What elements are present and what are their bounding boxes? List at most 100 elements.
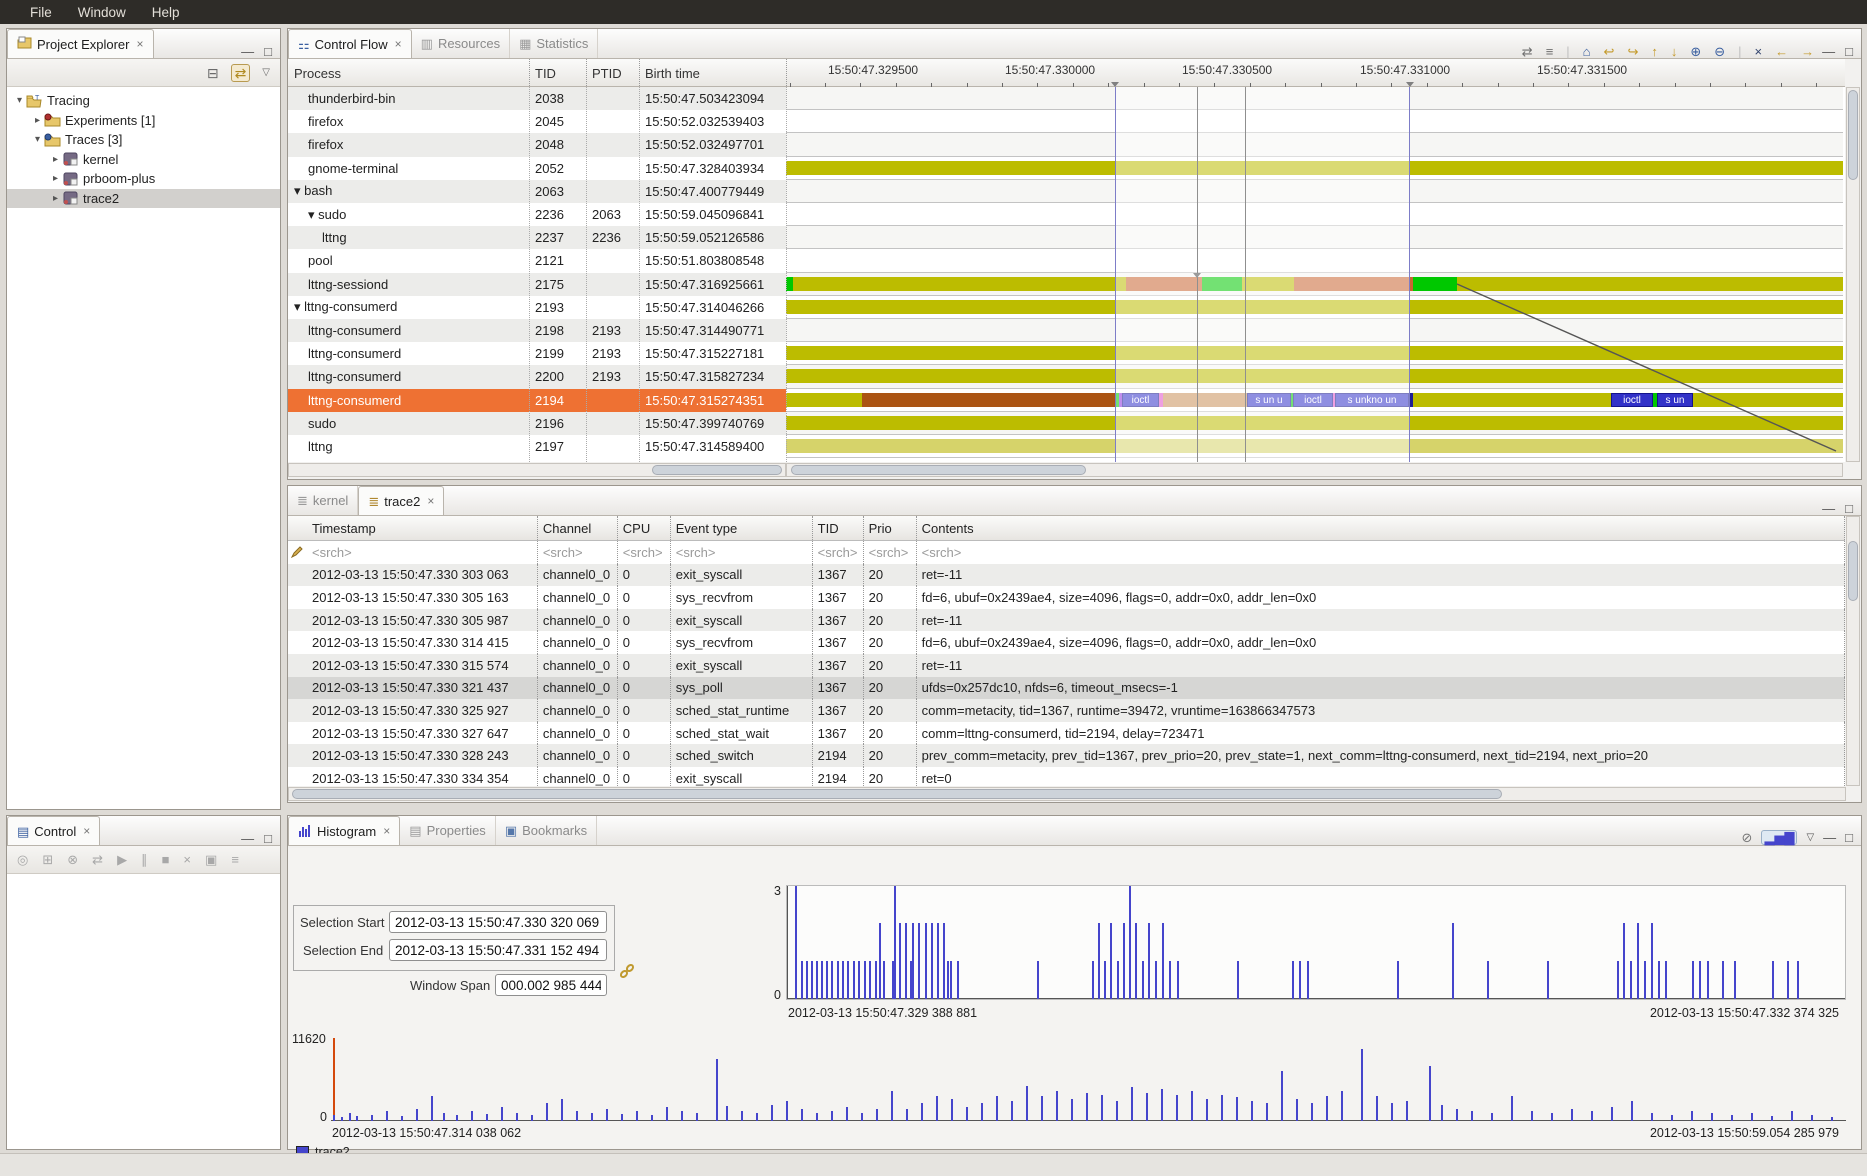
event-row[interactable]: 2012-03-13 15:50:47.330 334 354channel0_… <box>288 767 1845 786</box>
process-row-2038[interactable]: thunderbird-bin203815:50:47.503423094 <box>288 87 786 110</box>
state-segment[interactable]: s un <box>1657 393 1693 407</box>
chevron-down-icon[interactable]: ▾ <box>31 134 44 145</box>
next-event-icon[interactable]: ↪ <box>1627 45 1638 58</box>
tab-kernel[interactable]: ≣ kernel <box>288 486 358 515</box>
maximize-icon[interactable]: □ <box>1845 45 1853 58</box>
full-histogram[interactable] <box>331 1038 1846 1121</box>
tree-hscrollbar[interactable] <box>288 463 786 477</box>
zoom-in-icon[interactable]: ⊕ <box>1690 45 1701 58</box>
filter-cell[interactable]: <srch> <box>538 541 618 564</box>
filter-cell[interactable]: <srch> <box>864 541 917 564</box>
tab-properties[interactable]: ▤ Properties <box>400 816 496 845</box>
forward-icon[interactable]: → <box>1801 45 1814 58</box>
tab-project-explorer[interactable]: Project Explorer × <box>7 29 154 58</box>
close-icon[interactable]: × <box>383 824 390 838</box>
events-col-timestamp[interactable]: Timestamp <box>307 516 538 540</box>
control-pause-icon[interactable]: ∥ <box>141 852 148 868</box>
chevron-right-icon[interactable]: ▸ <box>49 173 62 184</box>
control-add-icon[interactable]: ⊞ <box>42 852 53 868</box>
close-icon[interactable]: × <box>136 37 143 51</box>
control-destroy-icon[interactable]: × <box>183 852 191 867</box>
time-axis[interactable]: 15:50:47.32950015:50:47.33000015:50:47.3… <box>786 59 1843 87</box>
control-stop-icon[interactable]: ■ <box>162 852 170 867</box>
minimize-icon[interactable]: — <box>241 832 254 845</box>
up-icon[interactable]: ↑ <box>1651 45 1658 58</box>
state-segment[interactable]: ioctl <box>1611 393 1653 407</box>
process-row-2121[interactable]: pool212115:50:51.803808548 <box>288 249 786 272</box>
selection-start-input[interactable] <box>389 911 607 933</box>
filter-cell[interactable]: <srch> <box>813 541 864 564</box>
process-row-2175[interactable]: lttng-sessiond217515:50:47.316925661 <box>288 273 786 296</box>
menu-file[interactable]: File <box>30 5 52 20</box>
maximize-icon[interactable]: □ <box>264 832 272 845</box>
state-segment[interactable] <box>1457 277 1843 291</box>
process-row-2236[interactable]: ▾ sudo2236206315:50:59.045096841 <box>288 203 786 226</box>
event-row[interactable]: 2012-03-13 15:50:47.330 315 574channel0_… <box>288 654 1845 677</box>
state-segment[interactable] <box>1413 393 1611 407</box>
minimize-icon[interactable]: — <box>1822 502 1835 515</box>
process-row-2237[interactable]: lttng2237223615:50:59.052126586 <box>288 226 786 249</box>
process-row-2048[interactable]: firefox204815:50:52.032497701 <box>288 133 786 156</box>
col-birth[interactable]: Birth time <box>639 59 786 87</box>
menu-window[interactable]: Window <box>78 5 126 20</box>
events-col-tid[interactable]: TID <box>813 516 864 540</box>
selection-end-input[interactable] <box>389 939 607 961</box>
minimize-icon[interactable]: — <box>1822 45 1835 58</box>
view-menu-icon[interactable]: ▽ <box>262 68 270 78</box>
down-icon[interactable]: ↓ <box>1671 45 1678 58</box>
state-segment[interactable] <box>862 393 1115 407</box>
tree-item-trace2[interactable]: ▸trace2 <box>7 189 280 209</box>
control-import-icon[interactable]: ▣ <box>205 852 217 868</box>
tab-bookmarks[interactable]: ▣ Bookmarks <box>496 816 597 845</box>
col-process[interactable]: Process <box>288 59 529 87</box>
process-row-2052[interactable]: gnome-terminal205215:50:47.328403934 <box>288 157 786 180</box>
events-col-event-type[interactable]: Event type <box>671 516 813 540</box>
window-marker[interactable] <box>333 1038 335 1121</box>
tree-item-traces-3-[interactable]: ▾Traces [3] <box>7 130 280 150</box>
event-row[interactable]: 2012-03-13 15:50:47.330 303 063channel0_… <box>288 564 1845 587</box>
bar-chart-toggle-icon[interactable]: ▂▅▇ <box>1761 830 1797 845</box>
events-hscrollbar[interactable] <box>288 787 1846 801</box>
zoom-out-icon[interactable]: ⊖ <box>1714 45 1725 58</box>
process-row-2198[interactable]: lttng-consumerd2198219315:50:47.31449077… <box>288 319 786 342</box>
control-menu-icon[interactable]: ≡ <box>231 852 239 867</box>
menu-help[interactable]: Help <box>152 5 180 20</box>
col-ptid[interactable]: PTID <box>586 59 639 87</box>
window-histogram[interactable] <box>786 885 1846 1000</box>
tab-trace2[interactable]: ≣ trace2 × <box>358 486 444 515</box>
tab-histogram[interactable]: Histogram × <box>288 816 400 845</box>
hide-lost-events-icon[interactable]: ⊘ <box>1742 831 1753 844</box>
tab-statistics[interactable]: ▦ Statistics <box>510 29 598 58</box>
link-selection-icon[interactable] <box>619 963 635 982</box>
state-segment[interactable] <box>786 277 793 291</box>
process-row-2200[interactable]: lttng-consumerd2200219315:50:47.31582723… <box>288 365 786 388</box>
minimize-icon[interactable]: — <box>1823 831 1836 844</box>
maximize-icon[interactable]: □ <box>1845 502 1853 515</box>
state-segment[interactable] <box>1413 277 1457 291</box>
process-row-2045[interactable]: firefox204515:50:52.032539403 <box>288 110 786 133</box>
window-span-input[interactable] <box>495 974 607 996</box>
process-row-2194[interactable]: lttng-consumerd219415:50:47.315274351 <box>288 389 786 412</box>
process-row-2199[interactable]: lttng-consumerd2199219315:50:47.31522718… <box>288 342 786 365</box>
control-delete-icon[interactable]: ⊗ <box>67 852 78 868</box>
event-row[interactable]: 2012-03-13 15:50:47.330 325 927channel0_… <box>288 699 1845 722</box>
state-segment[interactable] <box>786 393 862 407</box>
cf-vscrollbar[interactable] <box>1846 87 1860 462</box>
event-row[interactable]: 2012-03-13 15:50:47.330 305 163channel0_… <box>288 586 1845 609</box>
timeline-hscrollbar[interactable] <box>786 463 1843 477</box>
maximize-icon[interactable]: □ <box>1845 831 1853 844</box>
follow-cpu-icon[interactable]: × <box>1755 45 1763 58</box>
tree-item-prboom-plus[interactable]: ▸prboom-plus <box>7 169 280 189</box>
close-icon[interactable]: × <box>427 494 434 508</box>
maximize-icon[interactable]: □ <box>264 45 272 58</box>
events-col-channel[interactable]: Channel <box>538 516 618 540</box>
tree-item-experiments-1-[interactable]: ▸Experiments [1] <box>7 111 280 131</box>
view-menu-icon[interactable]: ▽ <box>1806 833 1814 843</box>
previous-event-icon[interactable]: ↩ <box>1604 45 1615 58</box>
control-refresh-icon[interactable]: ⇄ <box>92 852 103 868</box>
collapse-all-icon[interactable]: ⊟ <box>207 66 219 80</box>
process-row-2196[interactable]: sudo219615:50:47.399740769 <box>288 412 786 435</box>
chevron-down-icon[interactable]: ▾ <box>13 95 26 106</box>
events-filter-row[interactable]: <srch><srch><srch><srch><srch><srch><src… <box>288 541 1845 564</box>
align-views-icon[interactable]: ⇄ <box>1522 45 1533 58</box>
